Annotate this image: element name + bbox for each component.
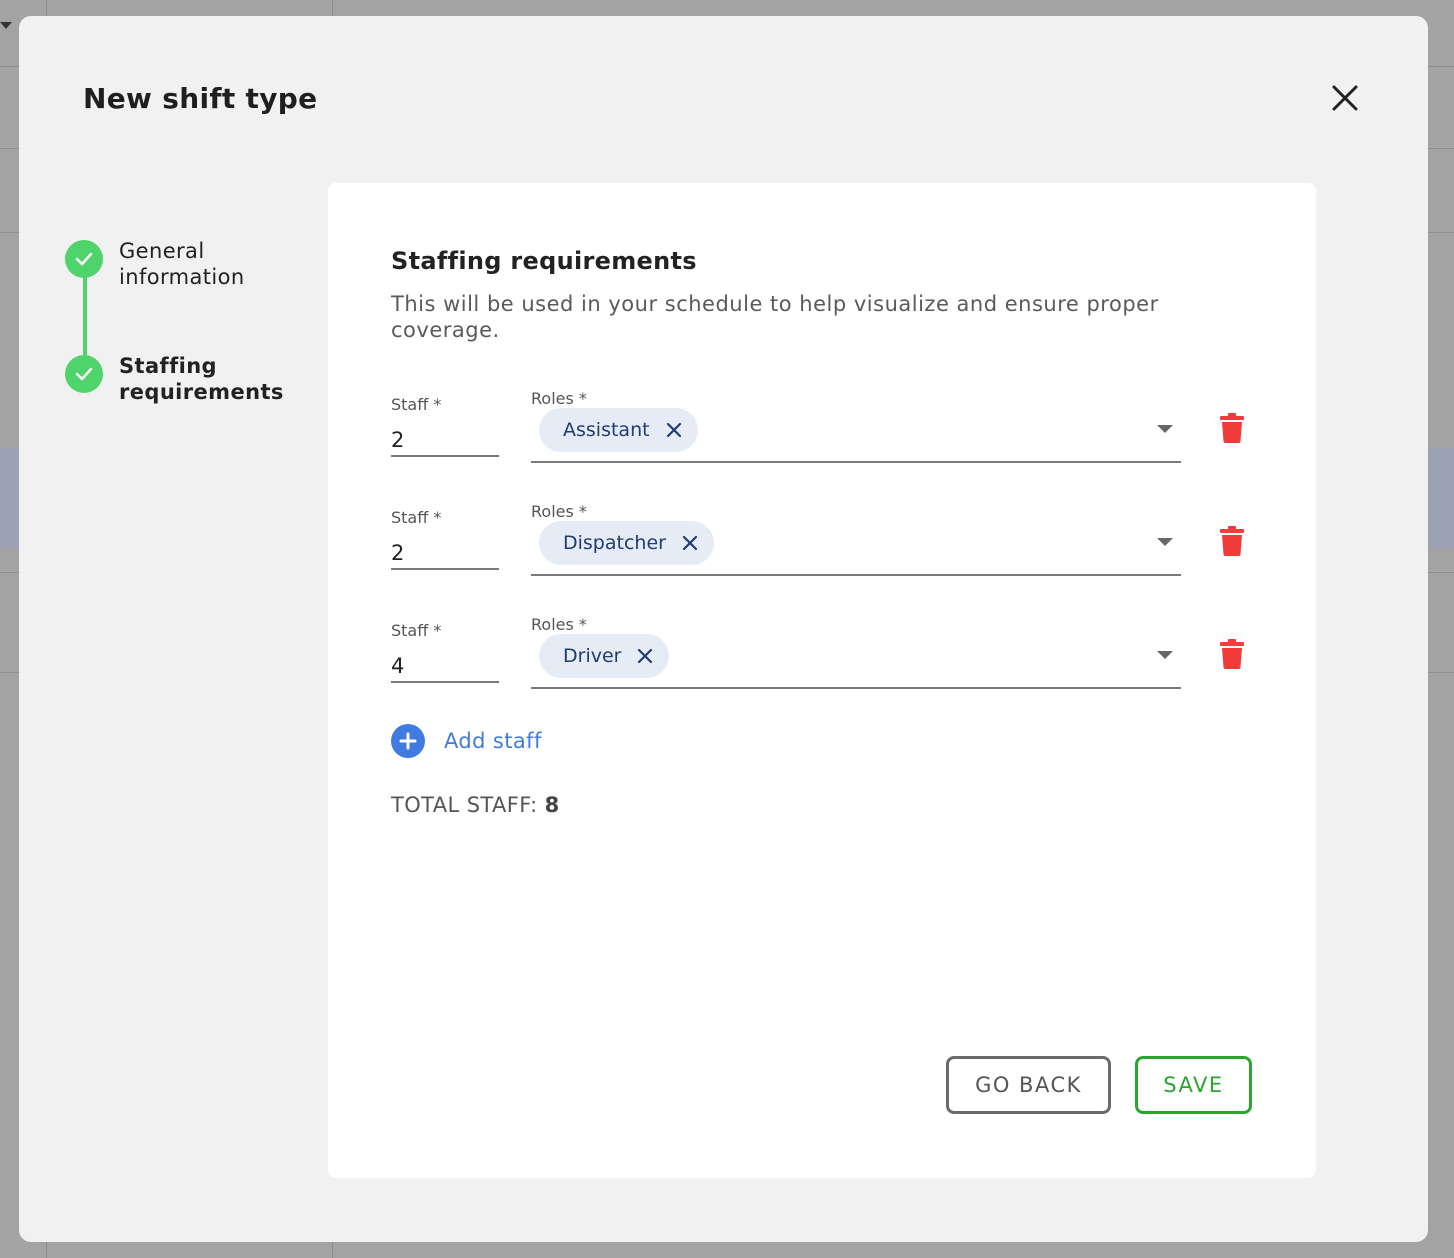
- staff-row: Staff * Roles * Assistant: [391, 383, 1261, 463]
- add-circle-icon: [391, 724, 425, 758]
- role-chip[interactable]: Dispatcher: [539, 521, 714, 565]
- section-description: This will be used in your schedule to he…: [391, 292, 1159, 342]
- delete-row-button[interactable]: [1217, 524, 1247, 558]
- close-icon: [1332, 85, 1358, 111]
- total-staff-value: 8: [544, 793, 560, 817]
- staff-label: Staff *: [391, 395, 442, 414]
- trash-icon: [1220, 413, 1244, 443]
- step-label: General information: [119, 239, 245, 289]
- staff-count-input[interactable]: [391, 530, 499, 570]
- staff-label: Staff *: [391, 621, 442, 640]
- section-title: Staffing requirements: [391, 247, 697, 275]
- staff-field: Staff *: [391, 496, 499, 576]
- dropdown-arrow-icon[interactable]: [1157, 538, 1173, 546]
- chip-remove-icon[interactable]: [635, 646, 655, 666]
- role-chip-label: Driver: [563, 645, 622, 667]
- trash-icon: [1220, 526, 1244, 556]
- chip-remove-icon[interactable]: [680, 533, 700, 553]
- total-staff-label: TOTAL STAFF:: [391, 793, 545, 817]
- role-chip[interactable]: Driver: [539, 634, 670, 678]
- staff-field: Staff *: [391, 609, 499, 689]
- role-chip-label: Assistant: [563, 419, 650, 441]
- stepper: General information Staffing requirement…: [65, 238, 315, 438]
- new-shift-type-dialog: New shift type General information Staff…: [19, 16, 1428, 1242]
- add-staff-button[interactable]: Add staff: [391, 723, 542, 759]
- roles-select[interactable]: Roles * Driver: [531, 609, 1181, 689]
- staff-row: Staff * Roles * Dispatcher: [391, 496, 1261, 576]
- check-icon: [65, 355, 103, 393]
- roles-select[interactable]: Roles * Dispatcher: [531, 496, 1181, 576]
- save-button[interactable]: SAVE: [1135, 1056, 1252, 1114]
- roles-label: Roles *: [531, 502, 587, 521]
- staff-field: Staff *: [391, 383, 499, 463]
- roles-select[interactable]: Roles * Assistant: [531, 383, 1181, 463]
- trash-icon: [1220, 639, 1244, 669]
- staff-label: Staff *: [391, 508, 442, 527]
- staffing-card: Staffing requirements This will be used …: [328, 183, 1316, 1178]
- staff-count-input[interactable]: [391, 417, 499, 457]
- close-button[interactable]: [1325, 78, 1365, 118]
- add-staff-label: Add staff: [444, 729, 542, 753]
- step-label: Staffing requirements: [119, 354, 284, 404]
- dropdown-arrow-icon[interactable]: [1157, 425, 1173, 433]
- role-chip-label: Dispatcher: [563, 532, 666, 554]
- delete-row-button[interactable]: [1217, 411, 1247, 445]
- caret-down-icon: [0, 22, 12, 29]
- dropdown-arrow-icon[interactable]: [1157, 651, 1173, 659]
- role-chip[interactable]: Assistant: [539, 408, 698, 452]
- roles-label: Roles *: [531, 389, 587, 408]
- delete-row-button[interactable]: [1217, 637, 1247, 671]
- roles-label: Roles *: [531, 615, 587, 634]
- check-icon: [65, 240, 103, 278]
- staff-row: Staff * Roles * Driver: [391, 609, 1261, 689]
- dialog-title: New shift type: [83, 82, 318, 115]
- staff-count-input[interactable]: [391, 643, 499, 683]
- total-staff: TOTAL STAFF: 8: [391, 793, 560, 817]
- go-back-button[interactable]: GO BACK: [946, 1056, 1111, 1114]
- chip-remove-icon[interactable]: [664, 420, 684, 440]
